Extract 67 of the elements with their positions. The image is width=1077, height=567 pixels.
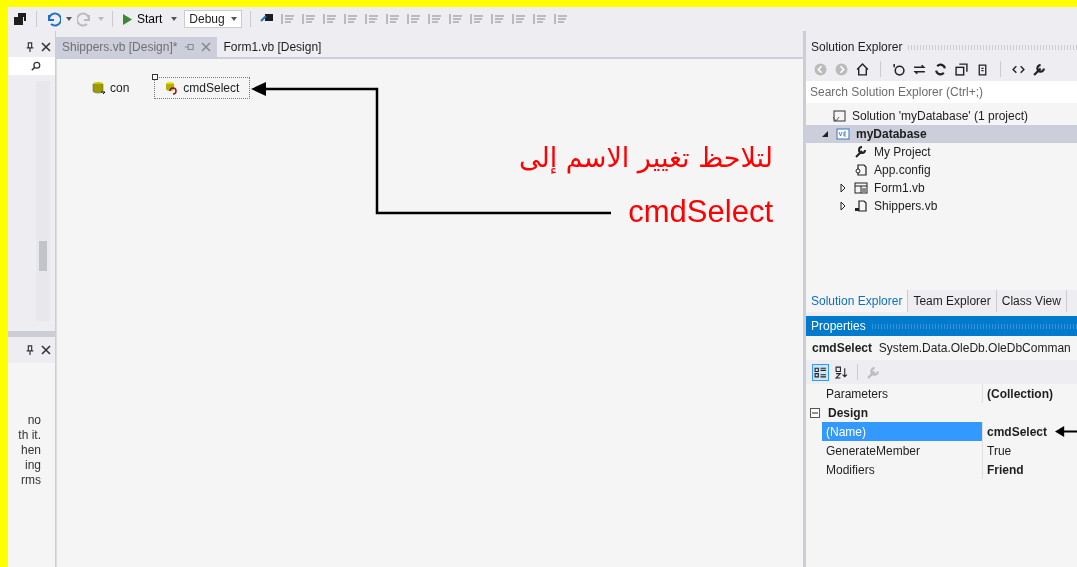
solution-icon <box>832 109 846 123</box>
search-field[interactable]: Search Solution Explorer (Ctrl+;) <box>806 81 1077 103</box>
property-value[interactable]: Friend <box>987 462 1024 477</box>
search-icon <box>31 61 41 71</box>
tree-item[interactable]: My Project <box>806 143 1077 161</box>
undo-icon[interactable] <box>45 11 61 27</box>
description-text: th it. <box>18 428 41 443</box>
annotation-text: cmdSelect <box>628 194 773 230</box>
description-text: hen <box>20 443 41 458</box>
panel-title: Solution Explorer <box>806 37 1077 57</box>
tree-item[interactable]: App.config <box>806 161 1077 179</box>
panel-tab[interactable]: Class View <box>996 290 1067 312</box>
panel-tab[interactable]: Team Explorer <box>908 290 997 312</box>
caret-icon[interactable] <box>66 17 72 21</box>
tree-item[interactable]: Form1.vb <box>806 179 1077 197</box>
tree-item[interactable]: Solution 'myDatabase' (1 project) <box>806 107 1077 125</box>
pin-icon[interactable] <box>25 345 35 355</box>
refresh-icon[interactable] <box>934 62 947 76</box>
database-icon <box>165 81 180 95</box>
database-icon <box>92 81 106 95</box>
config-file-icon <box>854 163 868 177</box>
scrollbar[interactable] <box>36 81 50 321</box>
caret-icon <box>171 17 178 21</box>
expander-icon[interactable] <box>821 130 829 138</box>
expander-icon[interactable] <box>839 202 847 210</box>
expander-icon[interactable] <box>839 184 847 192</box>
pin-icon[interactable] <box>25 42 35 52</box>
form-icon <box>854 181 868 195</box>
property-name[interactable]: Modifiers <box>822 460 983 479</box>
start-button[interactable]: Start <box>121 12 180 26</box>
category-label: Design <box>828 405 868 420</box>
close-icon[interactable] <box>41 345 51 355</box>
vb-project-icon <box>836 127 850 141</box>
description-text: no <box>27 413 41 428</box>
clock-icon[interactable] <box>892 62 905 76</box>
component-item[interactable]: cmdSelect <box>154 77 251 99</box>
description-text: rms <box>21 473 41 488</box>
component-item[interactable]: con <box>81 77 141 99</box>
selection-handle[interactable] <box>152 74 159 80</box>
sync-icon[interactable] <box>913 62 926 76</box>
property-value[interactable]: (Collection) <box>987 386 1053 401</box>
module-icon <box>854 199 868 213</box>
collapse-icon[interactable] <box>955 62 968 76</box>
arrow-icon <box>1055 426 1077 437</box>
collapse-icon[interactable] <box>810 407 820 418</box>
wrench-icon[interactable] <box>1033 62 1046 76</box>
caret-icon <box>231 17 238 21</box>
panel-tab[interactable]: Solution Explorer <box>806 290 909 312</box>
tree-item[interactable]: myDatabase <box>806 125 1077 143</box>
play-icon <box>123 13 132 25</box>
home-icon[interactable] <box>856 62 869 76</box>
configuration-dropdown[interactable]: Debug <box>184 10 243 28</box>
sort-icon[interactable] <box>835 365 848 379</box>
object-selector[interactable]: cmdSelect System.Data.OleDb.OleDbComman <box>806 336 1077 360</box>
search-field[interactable] <box>8 57 55 75</box>
property-value[interactable]: True <box>987 443 1012 458</box>
tree-item[interactable]: Shippers.vb <box>806 197 1077 215</box>
property-name[interactable]: GenerateMember <box>822 441 983 460</box>
property-value[interactable]: cmdSelect <box>987 424 1048 439</box>
annotation-text: لتلاحظ تغيير الاسم إلى <box>519 142 773 173</box>
description-text: ing <box>25 458 41 473</box>
wrench-icon <box>854 145 868 159</box>
save-icon[interactable] <box>12 11 28 27</box>
close-icon[interactable] <box>41 42 51 52</box>
categorized-icon[interactable] <box>812 363 829 381</box>
property-name[interactable]: Parameters <box>822 384 983 403</box>
panel-title: Properties <box>806 316 1077 336</box>
